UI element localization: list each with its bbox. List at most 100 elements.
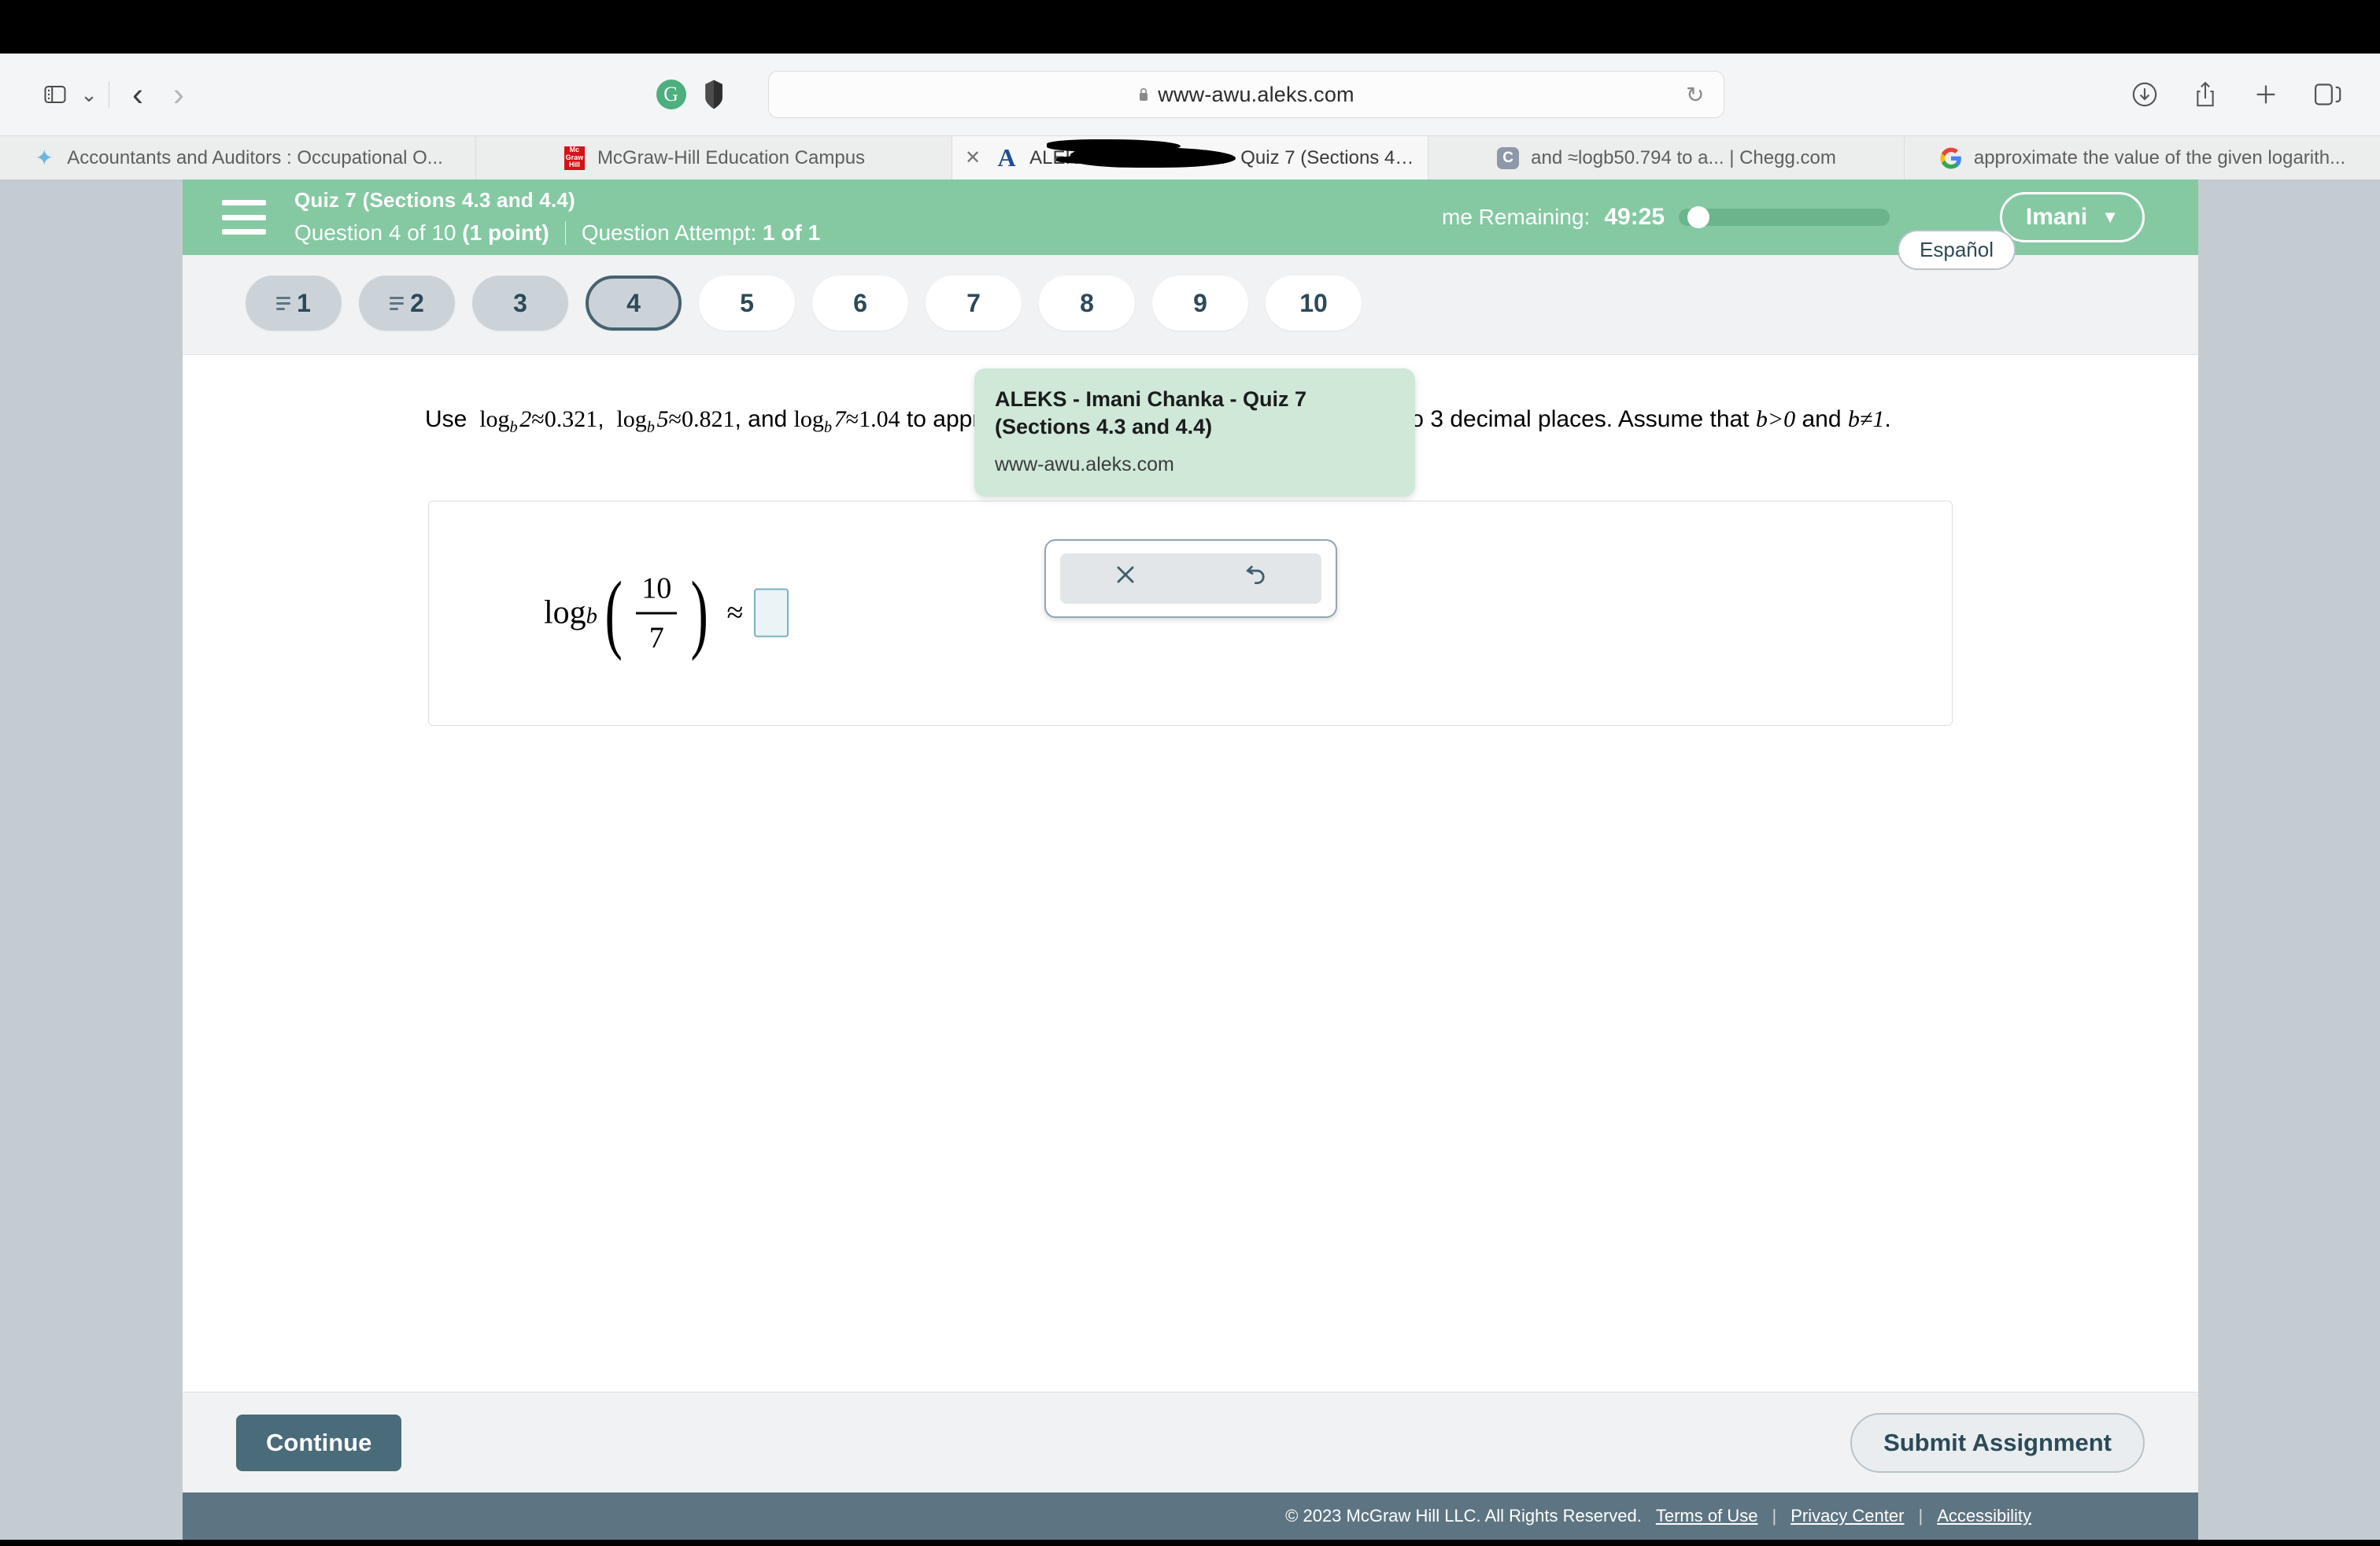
- footer-actions: Continue Submit Assignment: [183, 1392, 2198, 1492]
- submit-assignment-button[interactable]: Submit Assignment: [1850, 1412, 2145, 1473]
- footer-divider: |: [1772, 1506, 1777, 1526]
- redaction-mark: [1056, 155, 1206, 165]
- quiz-header: Quiz 7 (Sections 4.3 and 4.4) Question 4…: [183, 179, 2198, 255]
- fraction: 10 7: [636, 571, 678, 655]
- undo-icon[interactable]: [1243, 561, 1269, 595]
- fraction-numerator: 10: [641, 571, 672, 605]
- question-pill-4[interactable]: 4: [586, 276, 682, 331]
- question-pill-9[interactable]: 9: [1152, 276, 1248, 331]
- log-approx-1: ≈0.321: [531, 406, 598, 432]
- chegg-icon: C: [1496, 146, 1520, 170]
- quiz-header-text: Quiz 7 (Sections 4.3 and 4.4) Question 4…: [294, 187, 820, 246]
- log-arg-3: 7: [833, 406, 846, 432]
- back-arrow-icon[interactable]: ‹: [117, 77, 158, 112]
- answered-lines-icon: [390, 296, 405, 310]
- bls-star-icon: ✦: [35, 146, 54, 170]
- footer-divider: |: [1918, 1506, 1924, 1526]
- browser-toolbar: ⌄ ‹ › G www-awu.aleks.com ↻: [0, 54, 2380, 135]
- address-bar-url: www-awu.aleks.com: [1158, 82, 1354, 106]
- terms-of-use-link[interactable]: Terms of Use: [1656, 1506, 1758, 1526]
- share-icon[interactable]: [2193, 80, 2218, 109]
- question-pill-7[interactable]: 7: [926, 276, 1022, 331]
- log-approx-2: ≈0.821: [668, 406, 735, 432]
- header-divider: [564, 220, 566, 245]
- chevron-down-icon[interactable]: ⌄: [77, 81, 101, 108]
- os-top-bar: [0, 0, 2380, 54]
- tooltip-title: ALEKS - Imani Chanka - Quiz 7 (Sections …: [995, 387, 1307, 439]
- tooltip-url: www-awu.aleks.com: [995, 453, 1174, 476]
- question-pill-1[interactable]: 1: [246, 276, 342, 331]
- google-g-icon: [1939, 146, 1963, 170]
- pill-label: 6: [853, 288, 867, 317]
- tab-label: McGraw-Hill Education Campus: [597, 146, 866, 168]
- browser-tab-mcgraw-hill[interactable]: Mc Graw Hill McGraw-Hill Education Campus: [476, 136, 952, 179]
- question-pill-10[interactable]: 10: [1266, 276, 1362, 331]
- time-remaining-progressbar: [1679, 206, 1890, 228]
- tab-label: and ≈logb50.794 to a... | Chegg.com: [1531, 146, 1836, 168]
- prompt-prefix: Use: [425, 406, 468, 432]
- browser-tab-chegg[interactable]: C and ≈logb50.794 to a... | Chegg.com: [1428, 136, 1905, 179]
- x-clear-icon[interactable]: [1112, 561, 1139, 595]
- pill-label: 4: [626, 288, 641, 317]
- progress-knob: [1687, 206, 1709, 228]
- log-arg-1: 2: [519, 406, 532, 432]
- question-pill-6[interactable]: 6: [812, 276, 908, 331]
- pill-label: 5: [740, 288, 754, 317]
- page-viewport: Quiz 7 (Sections 4.3 and 4.4) Question 4…: [0, 179, 2380, 1540]
- attempt-label: Question Attempt:: [581, 220, 757, 245]
- downloads-icon[interactable]: [2131, 81, 2158, 108]
- tab-label: Accountants and Auditors : Occupational …: [67, 146, 443, 168]
- mcgraw-hill-icon: Mc Graw Hill: [564, 146, 585, 170]
- question-pill-8[interactable]: 8: [1039, 276, 1135, 331]
- time-remaining-value: 49:25: [1604, 204, 1665, 230]
- fraction-denominator: 7: [649, 621, 664, 655]
- time-remaining-label: me Remaining:: [1442, 205, 1591, 229]
- answer-input[interactable]: [754, 588, 789, 638]
- question-pill-2[interactable]: 2: [359, 276, 455, 331]
- accessibility-link[interactable]: Accessibility: [1937, 1506, 2031, 1526]
- question-counter: Question 4 of 10: [294, 220, 456, 245]
- hamburger-menu-icon[interactable]: [222, 200, 266, 235]
- browser-tab-accountants[interactable]: ✦ Accountants and Auditors : Occupationa…: [0, 136, 476, 179]
- espanol-button[interactable]: Español: [1898, 230, 2016, 270]
- log-base-1: b: [509, 419, 518, 437]
- privacy-center-link[interactable]: Privacy Center: [1791, 1506, 1904, 1526]
- answer-expression: log b ( 10 7 ) ≈: [544, 569, 789, 656]
- condition-b-neq-1: b≠1: [1847, 406, 1885, 432]
- close-icon[interactable]: ✕: [965, 146, 981, 169]
- pill-label: 1: [297, 288, 311, 317]
- time-remaining: me Remaining: 49:25: [1442, 204, 1890, 231]
- browser-tab-aleks[interactable]: ✕ A ALEKS - Imani Chanka - Quiz 7 (Secti…: [952, 136, 1428, 179]
- browser-tab-google-search[interactable]: approximate the value of the given logar…: [1905, 136, 2380, 179]
- log-approx-3: ≈1.04: [845, 406, 900, 432]
- plus-icon[interactable]: [2252, 81, 2279, 108]
- attempt-value: 1 of 1: [763, 220, 821, 245]
- question-pill-5[interactable]: 5: [699, 276, 795, 331]
- log-subscript-base: b: [586, 604, 597, 629]
- log-base-3: b: [823, 419, 833, 437]
- question-pill-3[interactable]: 3: [472, 276, 568, 331]
- grammarly-icon[interactable]: G: [656, 80, 686, 109]
- question-content: Use logb 2≈0.321, logb 5≈0.821, and logb…: [183, 355, 2198, 1392]
- tab-label: approximate the value of the given logar…: [1973, 146, 2346, 168]
- tab-overview-icon[interactable]: [2314, 81, 2342, 108]
- user-menu-button[interactable]: Imani ▼: [1999, 192, 2145, 242]
- chevron-down-icon: ▼: [2101, 207, 2119, 227]
- reload-icon[interactable]: ↻: [1686, 82, 1704, 108]
- math-toolbar-buttons: [1060, 553, 1321, 604]
- copyright-text: © 2023 McGraw Hill LLC. All Rights Reser…: [1285, 1506, 1642, 1526]
- shield-extension-icon[interactable]: [704, 79, 724, 110]
- question-pill-list: 1 2 3 4 5 6 7 8 9 10: [183, 276, 2198, 331]
- log-label: log b: [544, 594, 597, 632]
- continue-button[interactable]: Continue: [236, 1414, 402, 1471]
- log-term-3: log: [793, 406, 824, 432]
- forward-arrow-icon[interactable]: ›: [158, 77, 199, 112]
- prompt-conj-and-2: and: [1802, 406, 1842, 432]
- question-points: (1 point): [462, 220, 549, 245]
- pill-label: 9: [1193, 288, 1207, 317]
- address-bar[interactable]: www-awu.aleks.com ↻: [767, 71, 1724, 118]
- user-name: Imani: [2025, 204, 2088, 230]
- sidebar-icon[interactable]: [38, 77, 72, 112]
- prompt-period: .: [1884, 406, 1891, 432]
- log-term-2: log: [616, 406, 647, 432]
